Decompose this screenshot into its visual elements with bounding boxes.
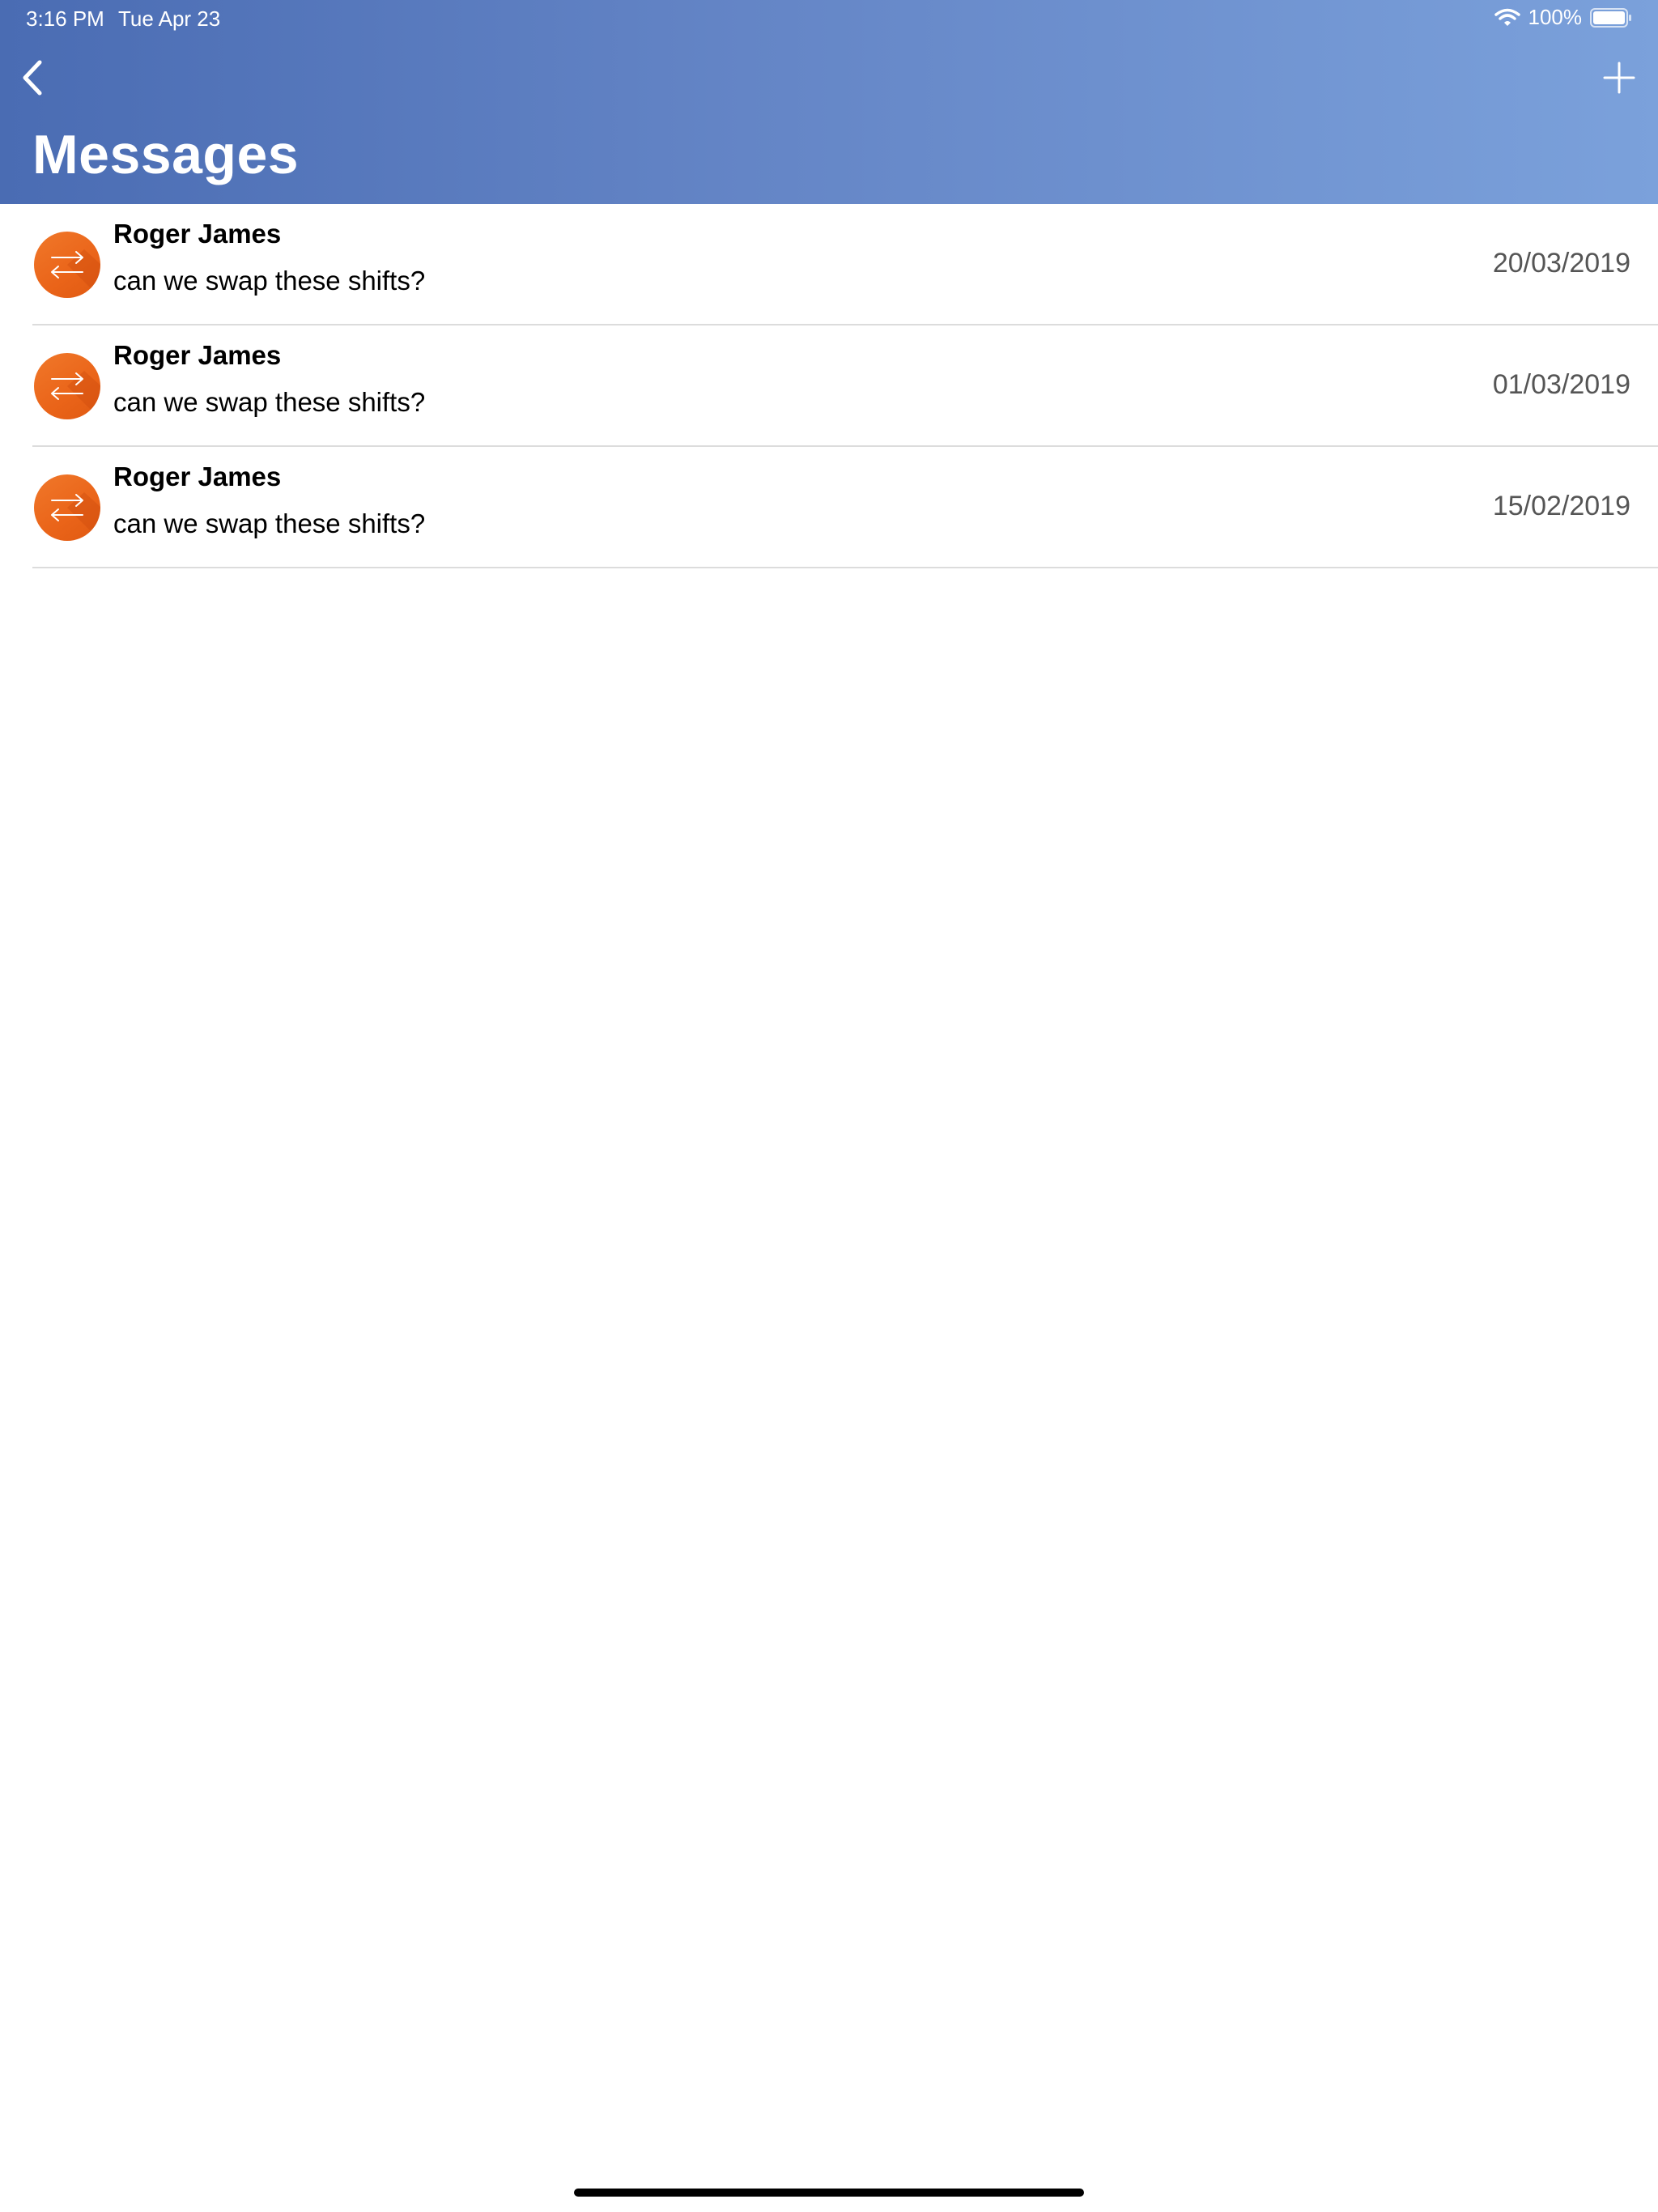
battery-percentage: 100% xyxy=(1528,5,1583,29)
swap-arrows-icon xyxy=(51,492,100,541)
home-indicator[interactable] xyxy=(574,2189,1084,2197)
battery-full-icon xyxy=(1590,7,1631,28)
status-time: 3:16 PM xyxy=(26,6,104,31)
avatar xyxy=(34,353,100,419)
status-indicators: 100% xyxy=(1494,5,1633,30)
messages-screen: 3:16 PM Tue Apr 23 100% Messages Roger J… xyxy=(0,0,1658,2212)
header: 3:16 PM Tue Apr 23 100% Messages xyxy=(0,0,1658,204)
wifi-icon xyxy=(1494,8,1520,26)
add-message-button[interactable] xyxy=(1595,53,1643,102)
back-button[interactable] xyxy=(11,53,53,102)
plus-icon xyxy=(1603,62,1635,94)
row-divider xyxy=(32,567,1658,568)
sender-name: Roger James xyxy=(113,462,282,491)
sender-name: Roger James xyxy=(113,340,282,370)
avatar xyxy=(34,232,100,298)
message-row[interactable]: Roger James can we swap these shifts? 01… xyxy=(0,325,1658,447)
avatar xyxy=(34,474,100,541)
status-date: Tue Apr 23 xyxy=(118,6,221,31)
status-bar: 3:16 PM Tue Apr 23 100% xyxy=(0,0,1658,37)
message-list: Roger James can we swap these shifts? 20… xyxy=(0,204,1658,568)
message-date: 01/03/2019 xyxy=(1492,369,1630,400)
swap-arrows-icon xyxy=(51,371,100,419)
sender-name: Roger James xyxy=(113,219,282,249)
message-preview: can we swap these shifts? xyxy=(113,508,426,538)
message-preview: can we swap these shifts? xyxy=(113,266,426,296)
swap-arrows-icon xyxy=(51,249,100,298)
message-preview: can we swap these shifts? xyxy=(113,387,426,417)
chevron-left-icon xyxy=(23,60,42,96)
message-date: 15/02/2019 xyxy=(1492,491,1630,521)
message-row[interactable]: Roger James can we swap these shifts? 20… xyxy=(0,204,1658,325)
message-date: 20/03/2019 xyxy=(1492,248,1630,279)
message-row[interactable]: Roger James can we swap these shifts? 15… xyxy=(0,447,1658,568)
page-title: Messages xyxy=(32,124,300,185)
